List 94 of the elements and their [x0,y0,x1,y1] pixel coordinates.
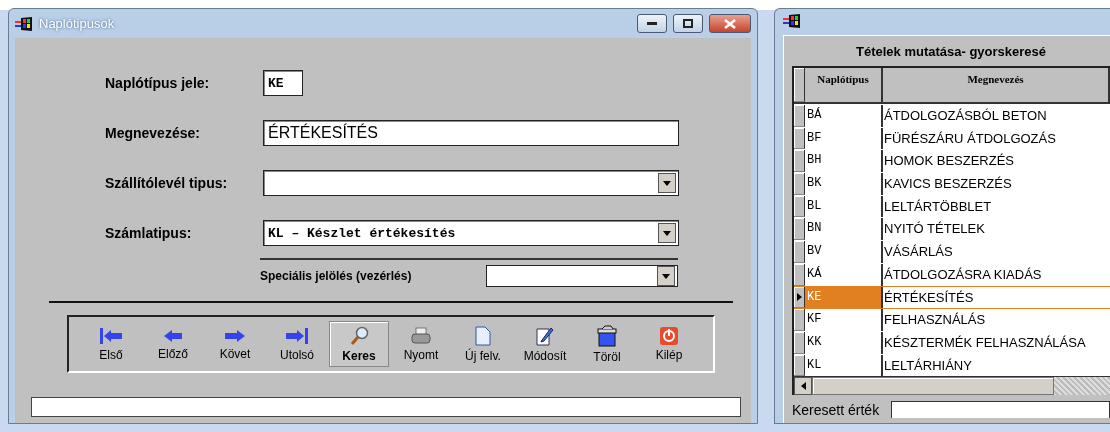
table-cell: KK [805,331,883,354]
row-selector[interactable] [794,241,805,263]
table-row[interactable]: BN NYITÓ TÉTELEK [794,217,1110,242]
table-cell-text: KÉSZTERMÉK FELHASZNÁLÁSA [883,333,1087,352]
maximize-button[interactable] [673,14,703,33]
table-cell-text: VÁSÁRLÁS [883,243,954,262]
table-cell: BV [805,241,883,263]
row-selector[interactable] [794,354,805,377]
field-label: Szállítólevél tipus: [105,175,229,191]
document-icon [475,325,491,346]
table-cell-text: LELTÁRHIÁNY [883,356,973,375]
field-label: Számlatipus: [105,225,193,241]
table-cell: KÁ [805,263,883,286]
column-header[interactable]: Naplótípus [805,68,883,102]
table-row[interactable]: KE ÉRTÉKESÍTÉS [794,285,1110,310]
app-icon [783,13,801,29]
table-cell-text: FELHASZNÁLÁS [883,311,987,330]
scroll-left-button[interactable] [794,377,812,396]
table-row[interactable]: BÁ ÁTDOLGOZÁSBÓL BETON [794,104,1110,128]
toolbar-button[interactable]: Nyomt [391,321,451,367]
row-selector[interactable] [794,286,805,309]
minimize-button[interactable] [637,14,667,33]
window-title: Naplótipusok [39,16,116,31]
field-label: Keresett érték [792,401,880,418]
minimize-icon [647,21,657,26]
dropdown-field[interactable] [486,265,678,287]
row-selector[interactable] [794,150,805,173]
table-cell: BL [805,195,883,218]
table-row[interactable]: KK KÉSZTERMÉK FELHASZNÁLÁSA [794,330,1110,355]
row-selector[interactable] [794,195,805,218]
right-arrow-icon [224,327,246,344]
power-icon [660,326,678,345]
table-cell: KE [805,286,883,309]
toolbar-button[interactable]: Kilép [639,321,699,367]
field-label: Speciális jelölés (vezérlés) [260,269,412,283]
input-field[interactable]: KE [263,70,303,96]
table-row[interactable]: BF FÜRÉSZÁRU ÁTDOLGOZÁS [794,126,1110,151]
scrollbar-thumb[interactable] [812,377,1054,396]
app-icon [15,15,33,32]
table-cell-text: HOMOK BESZERZÉS [883,152,1016,171]
toolbar-button[interactable]: Követ [205,321,265,367]
table-cell: BN [805,218,883,241]
row-selector[interactable] [794,309,805,331]
row-selector[interactable] [794,127,805,150]
row-pointer-icon [796,292,802,301]
toolbar-button[interactable]: Töröl [577,321,637,367]
left-arrow-icon [163,327,183,344]
first-record-icon [99,326,123,345]
table-cell: BF [805,127,883,150]
row-selector[interactable] [794,218,805,241]
toolbar-button[interactable]: Módosít [515,321,575,367]
table-cell-text: LELTÁRTÖBBLET [883,197,993,216]
table-row[interactable]: KÁ ÁTDOLGOZÁSRA KIADÁS [794,262,1110,287]
row-selector[interactable] [794,263,805,286]
table-cell-text: ÁTDOLGOZÁSBÓL BETON [883,107,1048,125]
close-button[interactable] [709,14,751,33]
table-cell-text: ÉRTÉKESÍTÉS [883,288,975,307]
table-cell-text: NYITÓ TÉTELEK [883,220,986,239]
panel-title: Tételek mutatása- gyorskeresé [854,43,1047,61]
close-icon [724,18,736,29]
row-selector[interactable] [794,105,805,127]
toolbar-button[interactable]: Első [81,321,141,367]
table-cell: BÁ [805,105,883,127]
row-selector[interactable] [794,173,805,195]
table-cell-text: ÁTDOLGOZÁSRA KIADÁS [883,265,1043,284]
table-cell: BK [805,173,883,195]
table-cell: BH [805,150,883,173]
maximize-icon [683,19,693,28]
field-label: Megnevezése: [105,125,201,141]
printer-icon [411,326,431,345]
table-row[interactable]: BL LELTÁRTÖBBLET [794,194,1110,219]
table-row[interactable]: BH HOMOK BESZERZÉS [794,149,1110,174]
input-field[interactable]: ÉRTÉKESÍTÉS [263,120,679,146]
table-cell-text: FÜRÉSZÁRU ÁTDOLGOZÁS [883,129,1057,148]
table-row[interactable]: KF FELHASZNÁLÁS [794,308,1110,332]
table-cell: KF [805,309,883,331]
column-header[interactable]: Megnevezés [883,68,1110,102]
table-row[interactable]: BV VÁSÁRLÁS [794,240,1110,264]
toolbar-button[interactable]: Keres [329,321,389,367]
row-selector[interactable] [794,331,805,354]
toolbar-button[interactable]: Utolsó [267,321,327,367]
table-row[interactable]: BK KAVICS BESZERZÉS [794,172,1110,196]
toolbar-button[interactable]: Előző [143,321,203,367]
toolbar-button[interactable]: Új felv. [453,321,513,367]
dropdown-field[interactable] [263,170,679,196]
edit-icon [536,325,554,346]
field-label: Naplótípus jele: [105,75,211,91]
dropdown-field[interactable]: KL – Készlet értékesítés [263,220,679,246]
trash-can-icon [597,324,617,347]
left-arrow-icon [800,382,806,391]
search-icon [349,325,369,346]
table-cell-text: KAVICS BESZERZÉS [883,175,1013,194]
search-field[interactable] [891,401,1110,419]
last-record-icon [285,326,309,345]
